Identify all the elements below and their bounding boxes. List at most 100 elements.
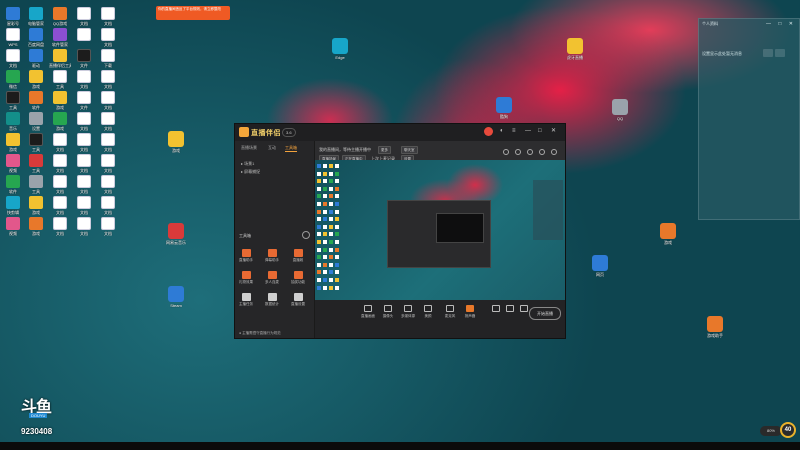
desktop-icon[interactable]: 文档	[97, 112, 119, 131]
panel-window-controls[interactable]: — □ ✕	[766, 21, 796, 27]
desktop-icon[interactable]: 文档	[73, 196, 95, 215]
stream-preview[interactable]	[315, 160, 565, 300]
scene-row[interactable]: ▸ 场景1	[241, 161, 254, 167]
desktop-icon[interactable]: 驱动	[25, 49, 47, 68]
stream-control[interactable]: 扬声器	[461, 305, 479, 319]
desktop-shortcut[interactable]: 网页	[588, 255, 612, 277]
stream-control[interactable]: 直播画面	[359, 305, 377, 319]
desktop-icon[interactable]: 游戏	[25, 196, 47, 215]
desktop-icon[interactable]: 工具	[49, 70, 71, 89]
more-button[interactable]: 更多	[378, 146, 391, 154]
start-live-button[interactable]: 开始直播	[529, 307, 561, 320]
tab-toolbox[interactable]: 工具箱	[285, 145, 297, 152]
desktop-icon[interactable]: 文档	[97, 196, 119, 215]
toolbox-item[interactable]: 直播助手	[237, 249, 255, 263]
desktop-icon[interactable]: 文档	[2, 49, 24, 68]
desktop-icon[interactable]: 文档	[73, 154, 95, 173]
desktop-icon[interactable]: 游戏	[49, 91, 71, 110]
desktop-icon[interactable]: 视频	[2, 154, 24, 173]
warning-notice[interactable]: 你的直播间违反了平台规则，请立即整改	[156, 6, 230, 20]
desktop-icon[interactable]: 文档	[49, 133, 71, 152]
toolbox-item[interactable]: 礼物效果	[237, 271, 255, 285]
toolbox-item[interactable]: 直播姬	[289, 249, 307, 263]
desktop-icon[interactable]: 星彩号	[2, 7, 24, 26]
stream-control[interactable]: 麦克风	[441, 305, 459, 319]
share-icon[interactable]	[515, 149, 521, 155]
desktop-shortcut[interactable]: Steam	[164, 286, 188, 308]
desktop-icon[interactable]: 游戏	[25, 217, 47, 236]
minimize-icon[interactable]: —	[525, 128, 531, 135]
close-icon[interactable]: ✕	[551, 128, 556, 135]
desktop-icon[interactable]: 设置	[25, 112, 47, 131]
desktop-icon[interactable]: 文档	[73, 7, 95, 26]
desktop-icon[interactable]: 文档	[73, 175, 95, 194]
desktop-icon[interactable]: 游戏	[2, 133, 24, 152]
toolbox-item[interactable]: 弹幕助手	[263, 249, 281, 263]
user-avatar[interactable]	[484, 127, 493, 136]
toolbox-settings-icon[interactable]	[302, 231, 310, 239]
desktop-icon[interactable]: 音乐	[2, 112, 24, 131]
stream-control[interactable]: 美颜	[419, 305, 437, 319]
desktop-icon[interactable]: 文档	[97, 175, 119, 194]
toolbox-item[interactable]: 抽奖功能	[289, 271, 307, 285]
desktop-icon[interactable]: 文档	[97, 133, 119, 152]
skin-icon[interactable]: ◐	[500, 128, 504, 135]
desktop-icon[interactable]: 电脑管家	[25, 7, 47, 26]
tab-interact[interactable]: 互动	[268, 145, 276, 151]
desktop-icon[interactable]: 文档	[73, 70, 95, 89]
desktop-shortcut[interactable]: QQ	[608, 99, 632, 121]
desktop-shortcut[interactable]: 游戏	[164, 131, 188, 153]
chatroom-button[interactable]: 聊天室	[401, 146, 418, 154]
panel-action-button[interactable]	[763, 49, 773, 57]
desktop-shortcut[interactable]: Edge	[328, 38, 352, 60]
desktop-icon[interactable]: 工具	[25, 154, 47, 173]
rules-note[interactable]: ● 主播需遵守直播行为规范	[239, 331, 281, 336]
performance-badge[interactable]: 80% 40	[760, 422, 800, 440]
desktop-icon[interactable]: 工具	[25, 175, 47, 194]
desktop-icon[interactable]: 文档	[97, 70, 119, 89]
desktop-icon[interactable]: WPS	[2, 28, 24, 47]
desktop-icon[interactable]: 软件	[2, 175, 24, 194]
desktop-icon[interactable]: 游戏	[25, 70, 47, 89]
desktop-icon[interactable]: 文档	[97, 91, 119, 110]
desktop-shortcut[interactable]: 游戏	[656, 223, 680, 245]
stream-control[interactable]: 摄像头	[379, 305, 397, 319]
toolbox-item[interactable]: 数据统计	[263, 293, 281, 307]
notify-icon[interactable]	[539, 149, 545, 155]
desktop-icon[interactable]: 文件	[73, 91, 95, 110]
desktop-icon[interactable]: 快剪辑	[2, 196, 24, 215]
record-icon[interactable]	[527, 149, 533, 155]
help-icon[interactable]	[551, 149, 557, 155]
desktop-icon[interactable]: 软件	[25, 91, 47, 110]
desktop-icon[interactable]: 工具	[2, 91, 24, 110]
toolbox-item[interactable]: 主播任务	[237, 293, 255, 307]
desktop-icon[interactable]: 文档	[49, 196, 71, 215]
desktop-icon[interactable]	[73, 28, 95, 47]
desktop-icon[interactable]: 文档	[97, 154, 119, 173]
desktop-icon[interactable]: 文档	[49, 217, 71, 236]
toolbox-item[interactable]: 多人连麦	[263, 271, 281, 285]
desktop-icon[interactable]: 文档	[49, 175, 71, 194]
panel-action-button[interactable]	[775, 49, 785, 57]
stream-control[interactable]: 多媒体源	[399, 305, 417, 319]
desktop-icon[interactable]: 下载	[97, 49, 119, 68]
desktop-icon[interactable]: 文档	[49, 154, 71, 173]
desktop-shortcut[interactable]: 虎牙直播	[563, 38, 587, 60]
desktop-icon[interactable]: 视频	[2, 217, 24, 236]
refresh-icon[interactable]	[503, 149, 509, 155]
source-row[interactable]: ▸ 屏幕捕捉	[241, 169, 260, 175]
desktop-icon[interactable]: 文档	[97, 28, 119, 47]
desktop-icon[interactable]: 直播伴侣工具	[49, 49, 71, 68]
desktop-icon[interactable]: 文档	[97, 7, 119, 26]
desktop-icon[interactable]: 百度网盘	[25, 28, 47, 47]
desktop-icon[interactable]: QQ游戏	[49, 7, 71, 26]
menu-icon[interactable]: ≡	[512, 128, 516, 135]
desktop-icon[interactable]: 文档	[73, 133, 95, 152]
tab-scenes[interactable]: 直播场景	[241, 145, 257, 151]
maximize-icon[interactable]: □	[538, 128, 542, 135]
desktop-icon[interactable]: 游戏	[49, 112, 71, 131]
desktop-icon[interactable]: 文档	[73, 112, 95, 131]
toolbox-item[interactable]: 直播设置	[289, 293, 307, 307]
desktop-icon[interactable]: 微信	[2, 70, 24, 89]
desktop-icon[interactable]: 工具	[25, 133, 47, 152]
